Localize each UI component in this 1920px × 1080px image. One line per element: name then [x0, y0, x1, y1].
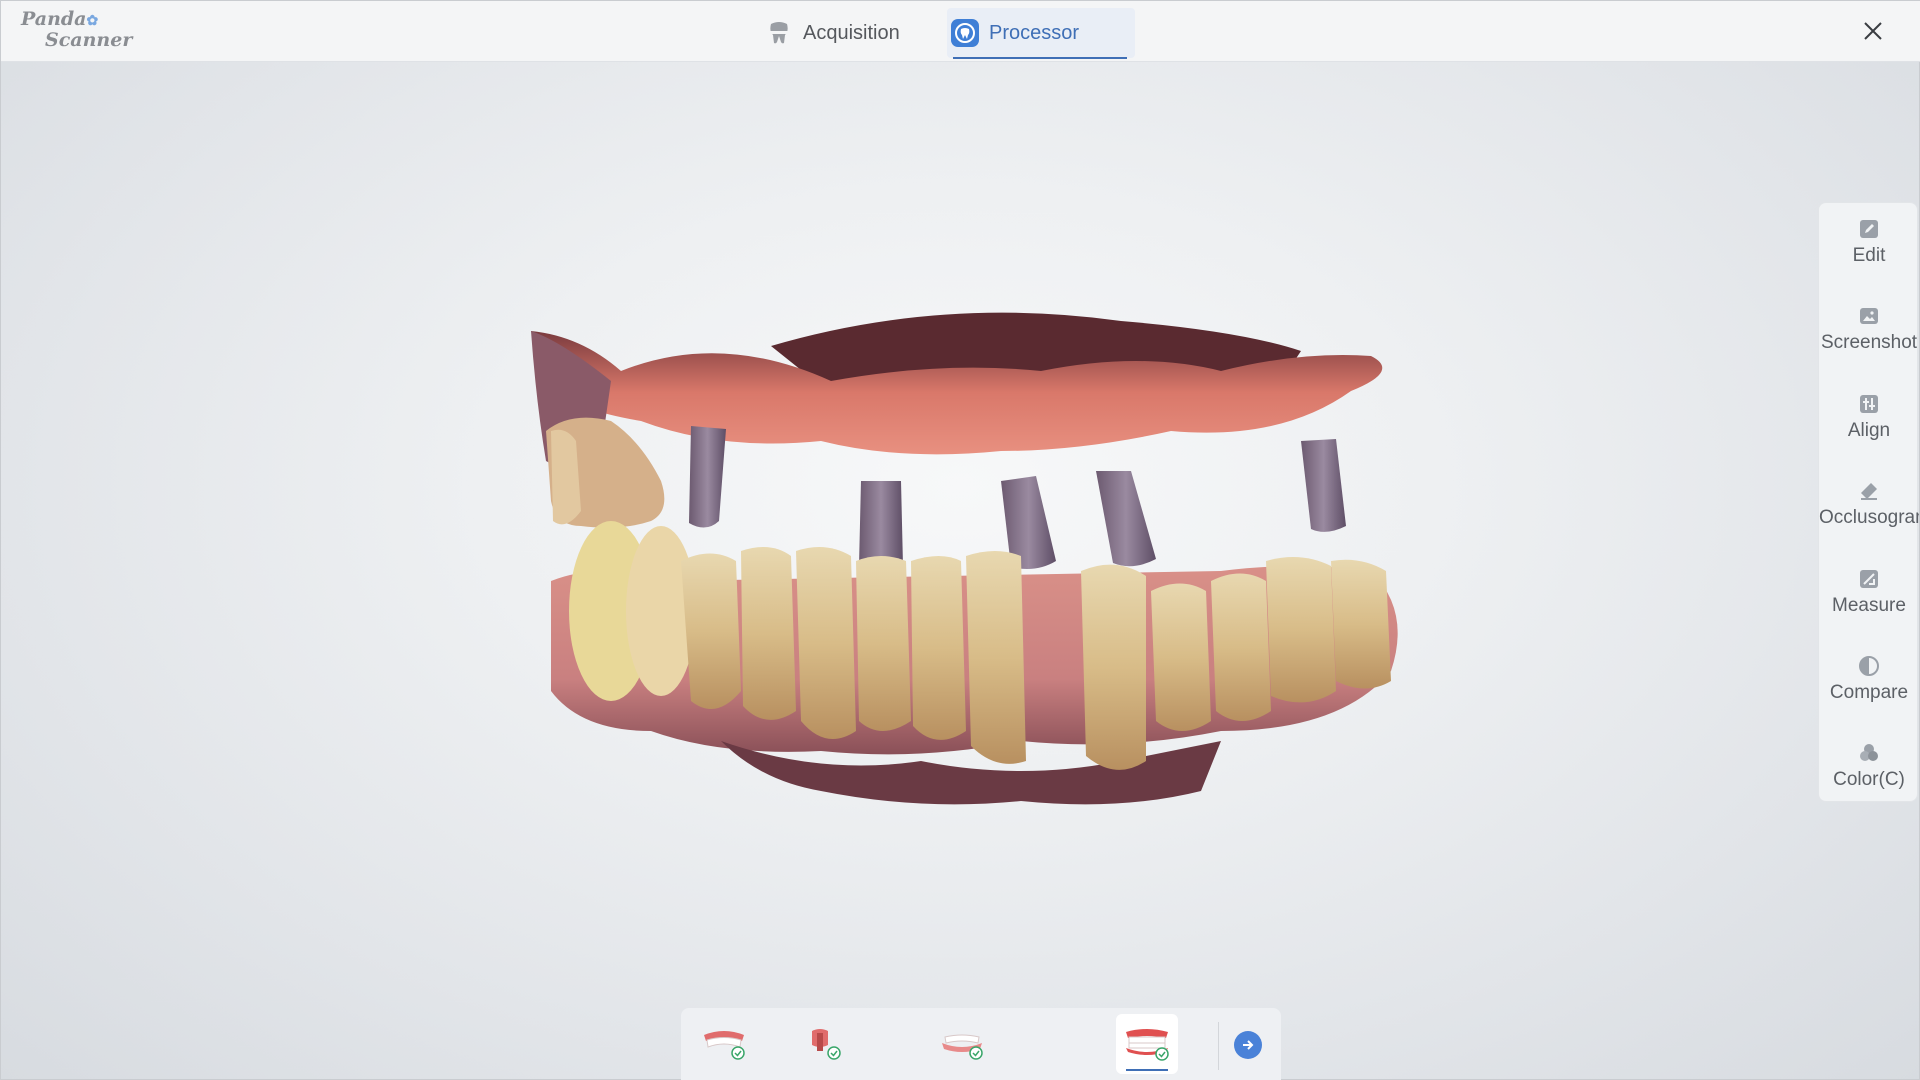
- step-bite[interactable]: [1116, 1014, 1178, 1074]
- tab-acquisition[interactable]: Acquisition: [765, 8, 915, 58]
- measure-tool[interactable]: Measure: [1819, 553, 1919, 633]
- occlusogram-icon: [1861, 483, 1877, 500]
- tab-acquisition-label: Acquisition: [803, 21, 900, 44]
- bottom-step-bar: [681, 1008, 1281, 1080]
- right-toolbar: Edit Screenshot Align Occlusogram Measur…: [1818, 202, 1919, 802]
- step-upper-jaw[interactable]: [693, 1014, 755, 1074]
- screenshot-icon: [1860, 308, 1878, 324]
- close-icon: [1864, 22, 1882, 40]
- top-bar: Panda✿ Scanner Acquisition Processor: [1, 1, 1920, 62]
- edit-icon: [1860, 220, 1878, 238]
- occlusogram-tool[interactable]: Occlusogram: [1819, 465, 1919, 545]
- compare-tool[interactable]: Compare: [1819, 640, 1919, 720]
- step-scan-body[interactable]: [793, 1014, 855, 1074]
- app-logo: Panda✿ Scanner: [21, 8, 133, 51]
- edit-tool[interactable]: Edit: [1819, 203, 1919, 283]
- measure-icon: [1860, 570, 1878, 588]
- tooth-icon: [765, 19, 793, 47]
- upper-jaw-icon: [704, 1031, 745, 1060]
- color-icon: [1860, 744, 1878, 761]
- align-tool[interactable]: Align: [1819, 378, 1919, 458]
- tab-processor-label: Processor: [989, 21, 1080, 44]
- arrow-right-icon: [1243, 1040, 1254, 1050]
- dental-3d-model[interactable]: [521, 311, 1511, 881]
- compare-icon: [1859, 656, 1879, 676]
- next-step-button[interactable]: [1234, 1031, 1262, 1059]
- processor-icon: [951, 19, 979, 47]
- close-button[interactable]: [1859, 17, 1887, 45]
- bite-icon: [1126, 1029, 1169, 1061]
- screenshot-tool[interactable]: Screenshot: [1819, 290, 1919, 370]
- align-icon: [1860, 395, 1878, 413]
- step-lower-jaw[interactable]: [931, 1014, 993, 1074]
- tab-processor[interactable]: Processor: [947, 8, 1135, 59]
- lower-jaw-icon: [942, 1034, 983, 1060]
- color-tool[interactable]: Color(C): [1819, 727, 1919, 807]
- scan-body-icon: [812, 1029, 841, 1060]
- active-tab-indicator: [953, 57, 1127, 59]
- step-divider: [1218, 1022, 1219, 1070]
- active-step-indicator: [1126, 1069, 1168, 1071]
